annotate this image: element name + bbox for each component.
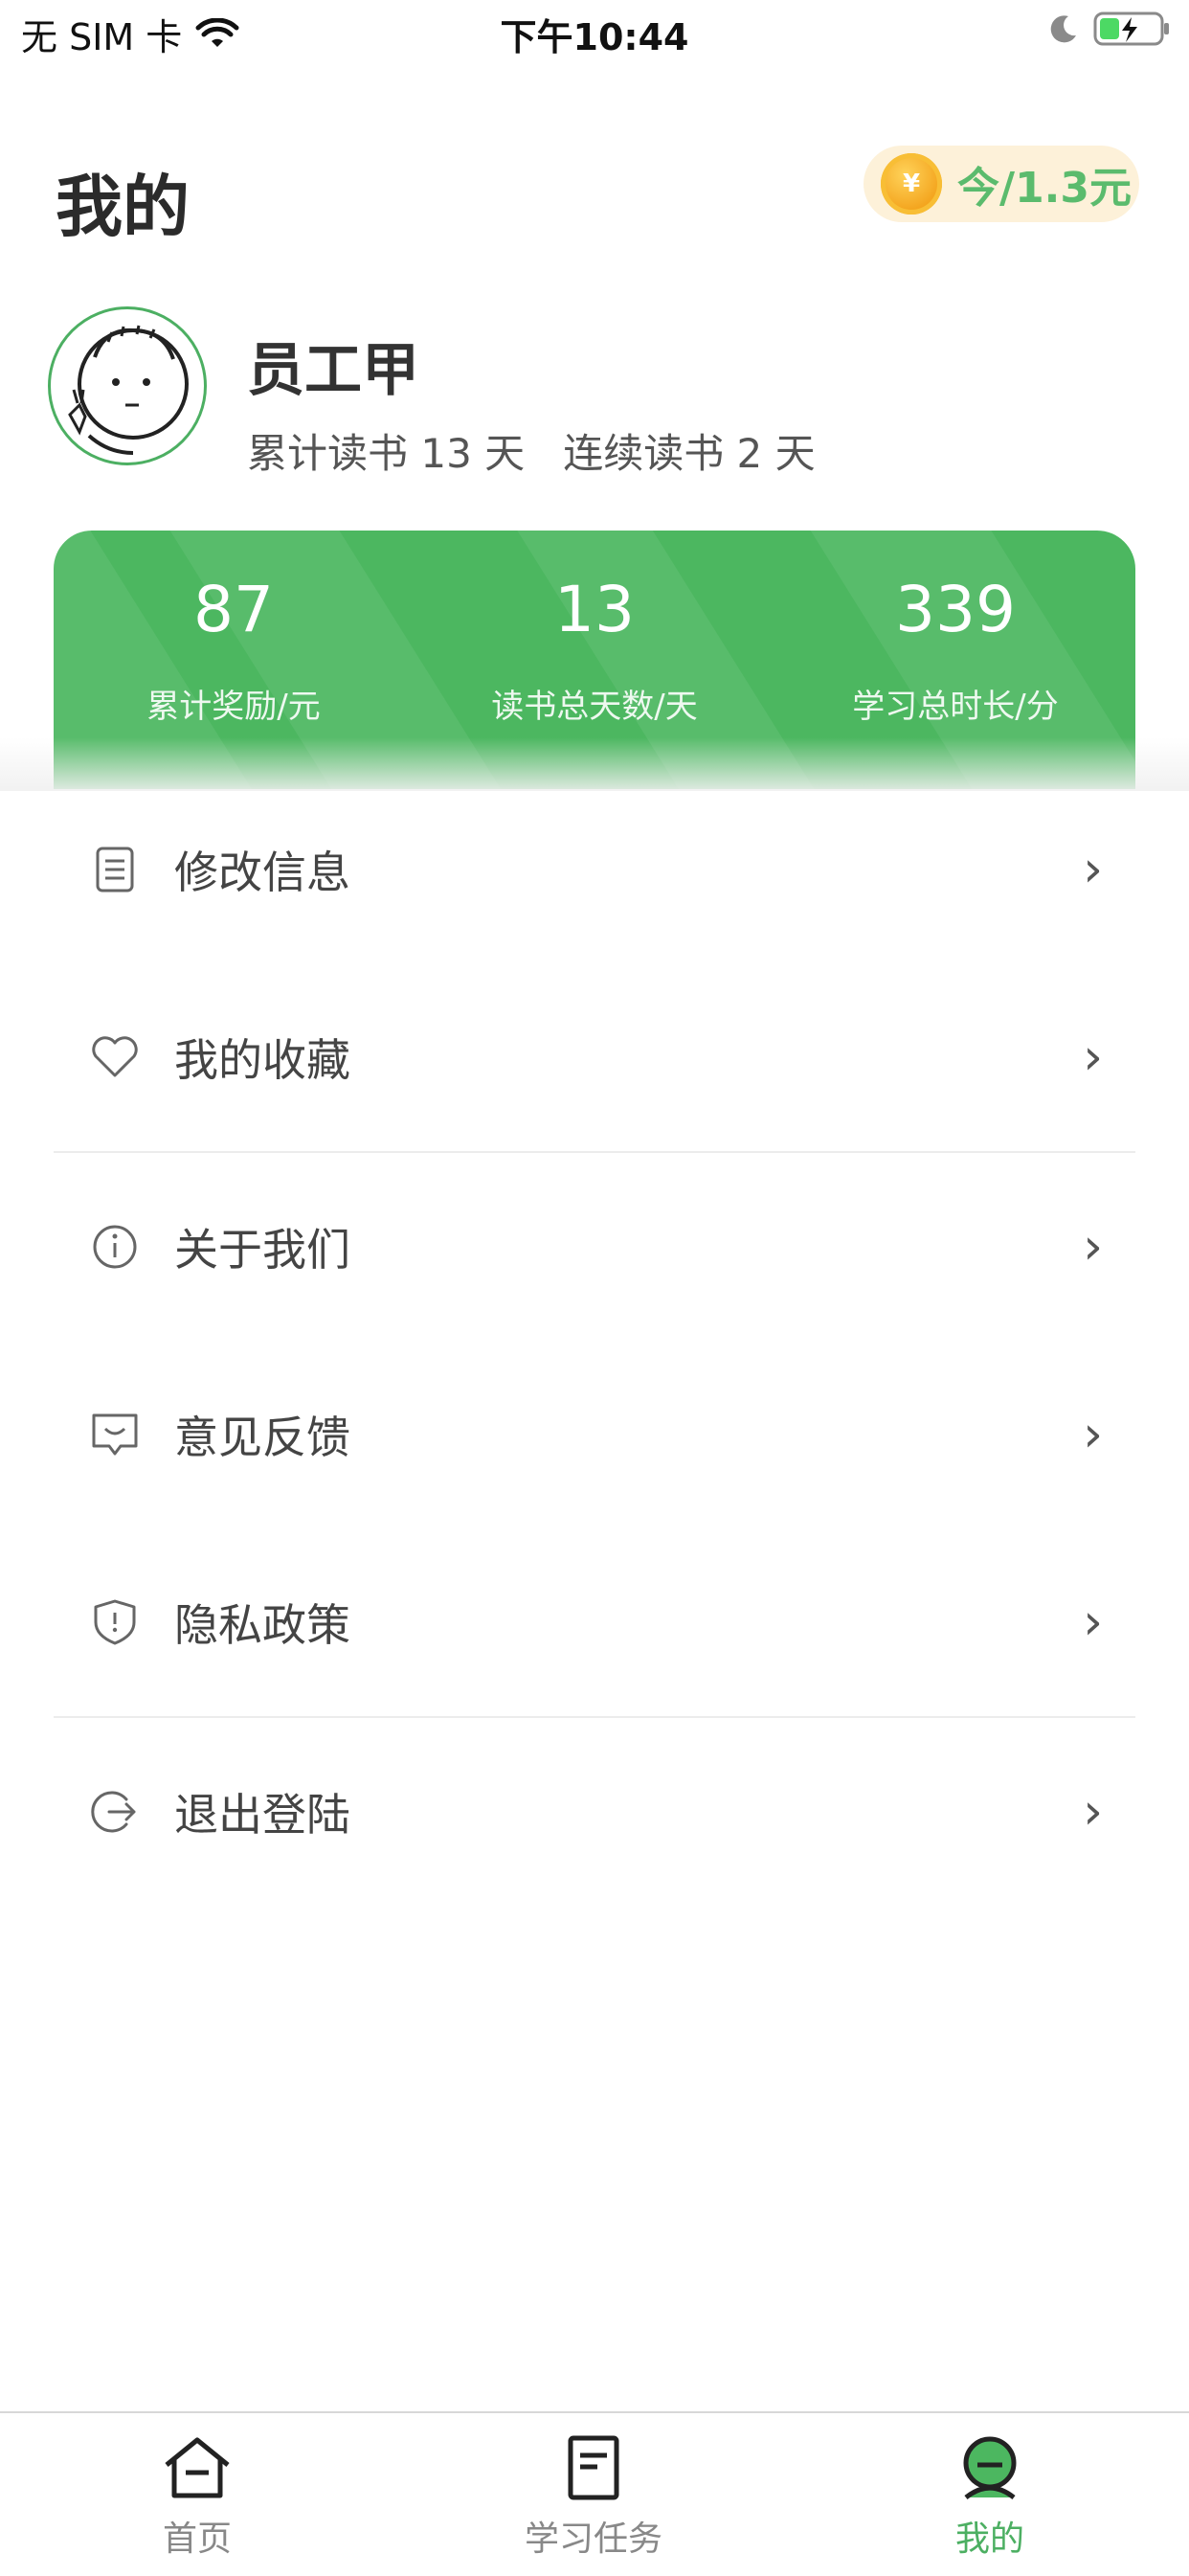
tab-bar: 首页 学习任务 我的 <box>0 2411 1189 2576</box>
chevron-right-icon: › <box>1083 841 1103 898</box>
menu-item-favorites[interactable]: 我的收藏 › <box>0 963 1189 1151</box>
stat-reward-label: 累计奖励/元 <box>146 688 321 726</box>
stat-duration-value: 339 <box>895 573 1016 646</box>
battery-icon <box>1093 11 1169 46</box>
menu-item-about[interactable]: 关于我们 › <box>0 1153 1189 1341</box>
menu-label: 我的收藏 <box>174 1034 350 1086</box>
moon-icon <box>1050 15 1076 43</box>
menu-item-edit-info[interactable]: 修改信息 › <box>0 776 1189 963</box>
status-time: 下午10:44 <box>500 16 689 58</box>
status-bar: 无 SIM 卡 下午10:44 <box>0 0 1189 63</box>
tab-label: 学习任务 <box>524 2520 662 2559</box>
reading-stats-line: 累计读书 13 天 连续读书 2 天 <box>247 430 816 477</box>
menu-label: 退出登陆 <box>174 1789 350 1841</box>
coin-icon: ¥ <box>881 153 942 215</box>
task-icon <box>568 2435 619 2500</box>
info-icon <box>90 1222 140 1272</box>
chevron-right-icon: › <box>1083 1783 1103 1841</box>
page-title: 我的 <box>56 168 190 246</box>
chevron-right-icon: › <box>1083 1218 1103 1276</box>
stat-duration: 339 学习总时长/分 <box>775 578 1135 727</box>
tab-label: 首页 <box>162 2520 232 2559</box>
stat-reward: 87 累计奖励/元 <box>54 578 414 727</box>
menu-item-privacy[interactable]: 隐私政策 › <box>0 1528 1189 1716</box>
chevron-right-icon: › <box>1083 1406 1103 1463</box>
menu-label: 关于我们 <box>174 1224 350 1276</box>
chevron-right-icon: › <box>1083 1028 1103 1086</box>
document-icon <box>90 845 140 894</box>
heart-icon <box>90 1032 140 1082</box>
tab-label: 我的 <box>954 2520 1024 2559</box>
status-right <box>1047 10 1172 48</box>
stat-days-value: 13 <box>554 573 635 646</box>
tab-home[interactable]: 首页 <box>101 2434 293 2561</box>
menu-item-logout[interactable]: 退出登陆 › <box>0 1718 1189 1906</box>
stat-days: 13 读书总天数/天 <box>415 578 774 727</box>
avatar[interactable] <box>48 306 207 465</box>
logout-icon <box>90 1787 140 1837</box>
stat-reward-value: 87 <box>193 573 274 646</box>
menu-label: 修改信息 <box>174 847 350 898</box>
shield-icon <box>90 1597 140 1647</box>
stat-duration-label: 学习总时长/分 <box>852 688 1059 726</box>
profile-icon <box>963 2436 1017 2500</box>
menu-label: 隐私政策 <box>174 1599 350 1651</box>
menu-label: 意见反馈 <box>174 1412 350 1463</box>
menu-item-feedback[interactable]: 意见反馈 › <box>0 1341 1189 1528</box>
user-name: 员工甲 <box>247 337 419 404</box>
avatar-cartoon-icon <box>68 325 189 455</box>
earnings-text: 今/1.3元 <box>957 164 1133 213</box>
tab-mine[interactable]: 我的 <box>894 2434 1086 2561</box>
chevron-right-icon: › <box>1083 1593 1103 1651</box>
stat-days-label: 读书总天数/天 <box>491 688 698 726</box>
home-icon <box>165 2437 230 2498</box>
feedback-icon <box>90 1410 140 1459</box>
tab-learning-tasks[interactable]: 学习任务 <box>498 2434 689 2561</box>
earnings-badge[interactable]: ¥ 今/1.3元 <box>864 146 1139 222</box>
